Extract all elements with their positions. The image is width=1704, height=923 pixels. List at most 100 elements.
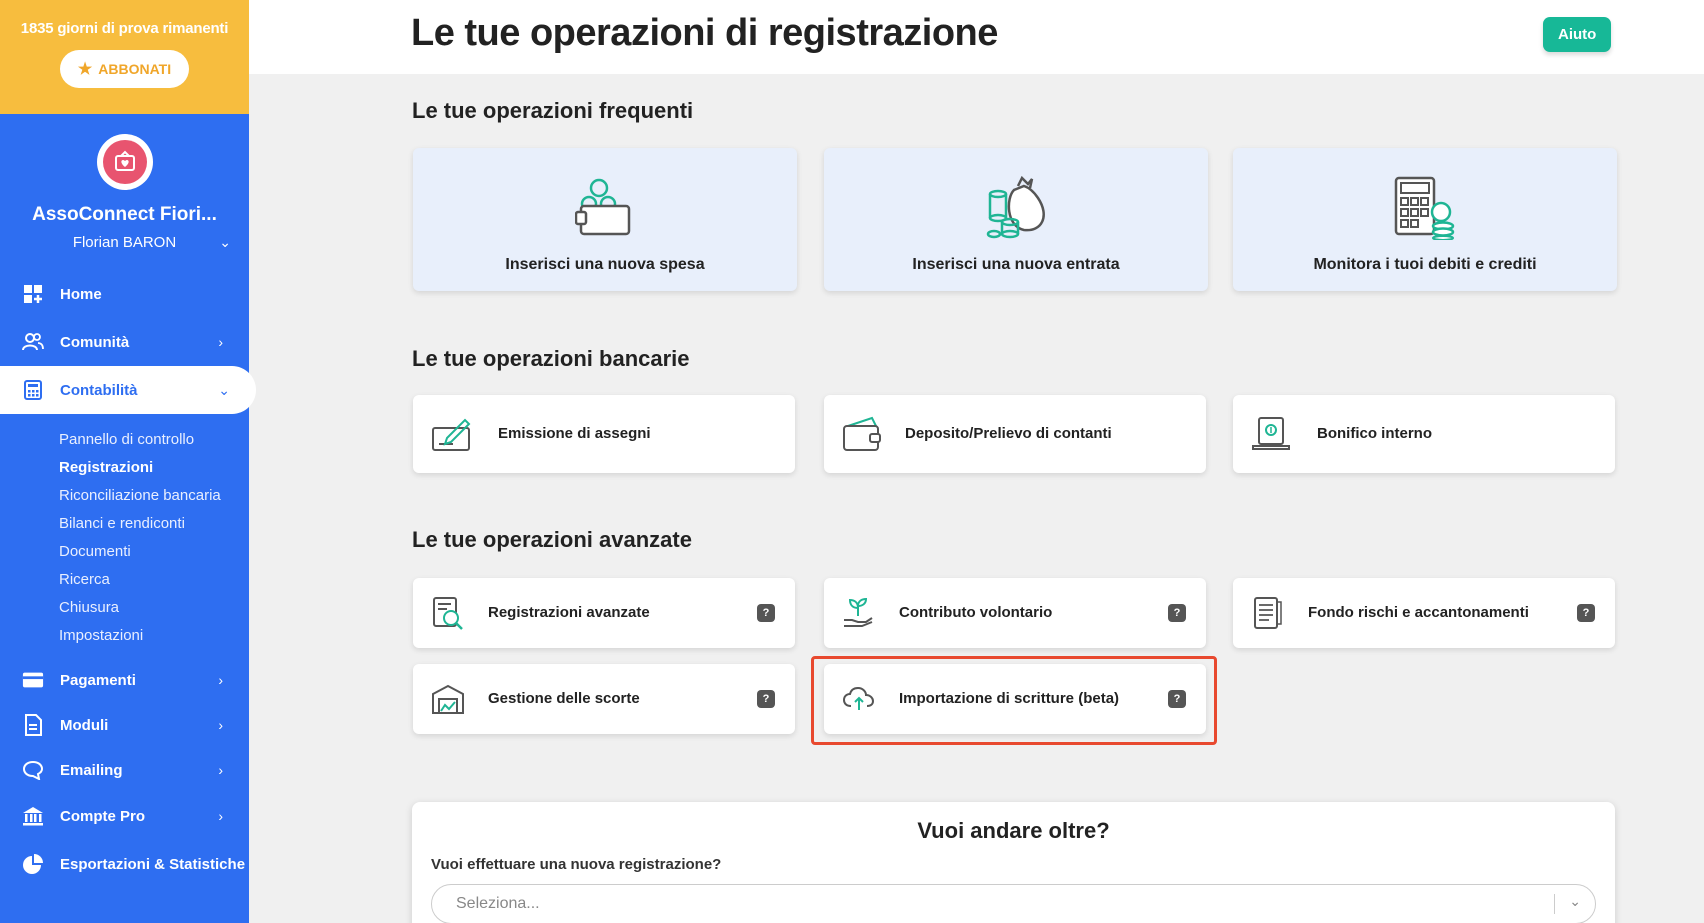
user-menu[interactable]: Florian BARON ⌄ <box>0 234 249 251</box>
calculator-icon <box>22 379 44 401</box>
document-icon <box>22 714 44 736</box>
help-icon[interactable]: ? <box>1168 604 1186 622</box>
nav-label-home: Home <box>60 285 102 303</box>
nav-item-moduli[interactable]: Moduli › <box>0 704 249 746</box>
nav-item-home[interactable]: Home <box>0 270 249 318</box>
subnav-item-impostazioni[interactable]: Impostazioni <box>59 622 249 650</box>
card-internal-transfer[interactable]: Bonifico interno <box>1233 395 1615 473</box>
nav-label-compte-pro: Compte Pro <box>60 807 146 825</box>
select-divider <box>1554 894 1555 914</box>
card-label: Registrazioni avanzate <box>488 604 650 621</box>
card-label: Deposito/Prelievo di contanti <box>905 425 1112 442</box>
subnav-item-riconciliazione[interactable]: Riconciliazione bancaria <box>59 482 249 510</box>
subscribe-label: ABBONATI <box>98 61 172 77</box>
entry-type-select[interactable]: Seleziona... ⌄ <box>431 884 1596 923</box>
card-label: Contributo volontario <box>899 604 1053 621</box>
card-label: Inserisci una nuova entrata <box>912 256 1120 273</box>
nav-item-esportazioni[interactable]: Esportazioni & Statistiche <box>0 840 249 888</box>
hand-plant-icon <box>842 596 876 635</box>
help-button[interactable]: Aiuto <box>1543 17 1612 52</box>
laptop-transfer-icon <box>1251 416 1293 457</box>
chevron-right-icon: › <box>218 672 223 688</box>
section-title-advanced: Le tue operazioni avanzate <box>412 527 692 552</box>
go-further-panel: Vuoi andare oltre? Vuoi effettuare una n… <box>412 802 1615 923</box>
money-bag-coins-icon <box>984 175 1048 245</box>
nav-item-emailing[interactable]: Emailing › <box>0 746 249 794</box>
help-icon[interactable]: ? <box>757 690 775 708</box>
card-new-income[interactable]: Inserisci una nuova entrata <box>824 148 1208 291</box>
nav-label-moduli: Moduli <box>60 716 109 734</box>
card-cash-deposit-withdrawal[interactable]: Deposito/Prelievo di contanti <box>824 395 1206 473</box>
chevron-right-icon: › <box>218 808 223 824</box>
chevron-right-icon: › <box>218 717 223 733</box>
chat-bubble-icon <box>22 759 44 781</box>
avatar[interactable] <box>96 134 153 190</box>
new-entry-question: Vuoi effettuare una nuova registrazione? <box>431 856 722 873</box>
star-icon: ★ <box>77 61 93 78</box>
wallet-cash-icon <box>842 416 884 457</box>
organization-logo-icon <box>102 140 147 184</box>
select-placeholder: Seleziona... <box>456 895 540 912</box>
nav-item-pagamenti[interactable]: Pagamenti › <box>0 656 249 704</box>
dashboard-icon <box>22 283 44 305</box>
highlight-box <box>811 656 1217 745</box>
nav-label-pagamenti: Pagamenti <box>60 671 136 689</box>
pie-chart-icon <box>22 853 44 875</box>
nav-label-contabilita: Contabilità <box>60 381 138 399</box>
calculator-coins-icon <box>1393 176 1457 245</box>
user-name: Florian BARON <box>72 234 177 251</box>
nav-item-compte-pro[interactable]: Compte Pro › <box>0 794 249 838</box>
card-label: Monitora i tuoi debiti e crediti <box>1313 256 1537 273</box>
card-stock-management[interactable]: Gestione delle scorte ? <box>413 664 795 734</box>
chevron-right-icon: › <box>218 762 223 778</box>
users-icon <box>22 331 44 353</box>
ledger-icon <box>1251 596 1285 635</box>
subnav-item-chiusura[interactable]: Chiusura <box>59 594 249 622</box>
card-label: Bonifico interno <box>1317 425 1432 442</box>
card-label: Inserisci una nuova spesa <box>505 256 705 273</box>
chevron-right-icon: › <box>218 334 223 350</box>
card-label: Gestione delle scorte <box>488 690 640 707</box>
document-search-icon <box>431 596 465 635</box>
card-label: Fondo rischi e accantonamenti <box>1308 604 1529 621</box>
card-new-expense[interactable]: Inserisci una nuova spesa <box>413 148 797 291</box>
subnav-item-ricerca[interactable]: Ricerca <box>59 566 249 594</box>
chevron-down-icon: ⌄ <box>219 234 231 250</box>
card-voluntary-contribution[interactable]: Contributo volontario ? <box>824 578 1206 648</box>
chevron-down-icon: ⌄ <box>218 381 230 398</box>
wallet-person-icon <box>574 176 635 245</box>
card-risk-fund[interactable]: Fondo rischi e accantonamenti ? <box>1233 578 1615 648</box>
trial-banner: 1835 giorni di prova rimanenti ★ ABBONAT… <box>0 0 249 114</box>
card-advanced-entries[interactable]: Registrazioni avanzate ? <box>413 578 795 648</box>
profile-section: AssoConnect Fiori... Florian BARON ⌄ <box>0 114 249 268</box>
help-icon[interactable]: ? <box>757 604 775 622</box>
page-header: Le tue operazioni di registrazione Aiuto <box>249 0 1704 74</box>
credit-card-icon <box>22 669 44 691</box>
subnav-item-documenti[interactable]: Documenti <box>59 538 249 566</box>
nav-label-esportazioni: Esportazioni & Statistiche <box>60 855 246 873</box>
cheque-pen-icon <box>431 416 473 457</box>
trial-remaining-text: 1835 giorni di prova rimanenti <box>20 20 229 37</box>
page-title: Le tue operazioni di registrazione <box>411 12 998 54</box>
subnav-item-pannello[interactable]: Pannello di controllo <box>59 426 249 454</box>
nav-item-contabilita[interactable]: Contabilità ⌄ <box>0 366 256 414</box>
bank-icon <box>22 805 44 827</box>
organization-name[interactable]: AssoConnect Fiori... <box>0 204 249 226</box>
section-title-banking: Le tue operazioni bancarie <box>412 346 690 371</box>
sidebar: 1835 giorni di prova rimanenti ★ ABBONAT… <box>0 0 256 923</box>
warehouse-icon <box>431 682 465 721</box>
card-debts-credits[interactable]: Monitora i tuoi debiti e crediti <box>1233 148 1617 291</box>
subnav-item-registrazioni[interactable]: Registrazioni <box>59 454 249 482</box>
card-cheque-issuance[interactable]: Emissione di assegni <box>413 395 795 473</box>
chevron-down-icon[interactable]: ⌄ <box>1569 893 1581 910</box>
card-label: Emissione di assegni <box>498 425 651 442</box>
section-title-frequent: Le tue operazioni frequenti <box>412 98 694 123</box>
go-further-title: Vuoi andare oltre? <box>917 818 1110 843</box>
nav-label-emailing: Emailing <box>60 761 123 779</box>
nav-label-comunita: Comunità <box>60 333 130 351</box>
nav-item-comunita[interactable]: Comunità › <box>0 318 249 366</box>
contabilita-subnav: Pannello di controllo Registrazioni Rico… <box>0 414 249 656</box>
help-icon[interactable]: ? <box>1577 604 1595 622</box>
subnav-item-bilanci[interactable]: Bilanci e rendiconti <box>59 510 249 538</box>
subscribe-button[interactable]: ★ ABBONATI <box>59 50 190 88</box>
